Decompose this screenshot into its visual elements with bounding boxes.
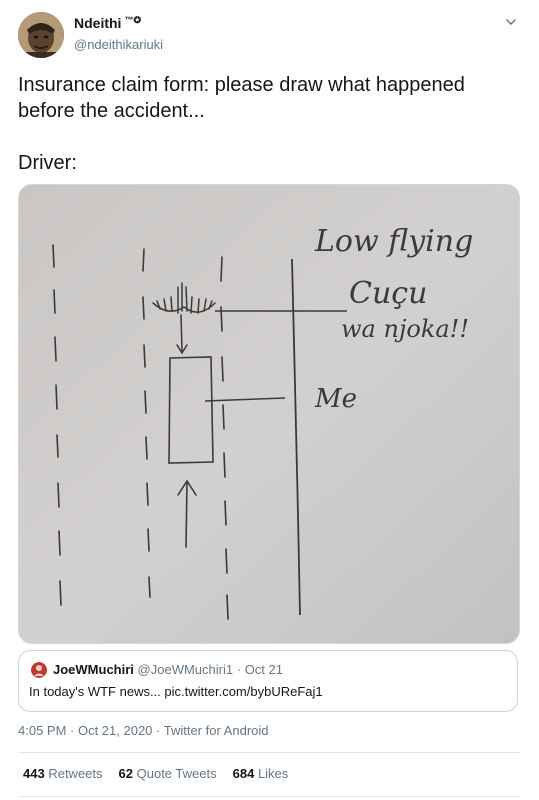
author-name-suffix: ™✪ [124, 14, 141, 25]
note-line-1: Low flying [314, 224, 473, 259]
avatar-image [18, 12, 64, 58]
author-name-row[interactable]: Ndeithi ™✪ [74, 14, 141, 32]
likes-stat[interactable]: 684 Likes [233, 766, 289, 781]
note-line-3: wa njoka!! [341, 315, 469, 343]
tweet-media-image[interactable]: Low flying Cuçu wa njoka!! Me [18, 184, 520, 644]
retweets-label: Retweets [48, 766, 103, 781]
quote-header: JoeWMuchiri @JoeWMuchiri1 · Oct 21 [53, 662, 283, 677]
engagement-stats: 443 Retweets 62 Quote Tweets 684 Likes [23, 766, 288, 781]
quote-avatar [31, 662, 47, 678]
quote-text: In today's WTF news... pic.twitter.com/b… [29, 684, 323, 699]
quote-date[interactable]: Oct 21 [245, 662, 283, 677]
author-avatar[interactable] [18, 12, 64, 58]
retweets-count: 443 [23, 766, 45, 781]
tweet-timestamp[interactable]: 4:05 PM · Oct 21, 2020 · Twitter for And… [18, 723, 269, 738]
quote-separator: · [236, 662, 242, 677]
author-display-name[interactable]: Ndeithi [74, 15, 121, 31]
hand-drawing: Low flying Cuçu wa njoka!! Me [19, 185, 519, 643]
author-handle[interactable]: @ndeithikariuki [74, 37, 163, 52]
note-me-label: Me [314, 384, 357, 414]
divider-bottom [18, 796, 520, 797]
tweet: Ndeithi ™✪ @ndeithikariuki Insurance cla… [0, 0, 539, 800]
divider-top [18, 752, 520, 753]
quote-tweets-stat[interactable]: 62 Quote Tweets [119, 766, 217, 781]
note-line-2: Cuçu [349, 276, 427, 311]
quote-author-handle[interactable]: @JoeWMuchiri1 [138, 662, 234, 677]
quote-tweets-count: 62 [118, 766, 133, 781]
quoted-tweet[interactable]: JoeWMuchiri @JoeWMuchiri1 · Oct 21 In to… [18, 650, 518, 712]
tweet-text: Insurance claim form: please draw what h… [18, 74, 465, 174]
retweets-stat[interactable]: 443 Retweets [23, 766, 103, 781]
quote-author-name[interactable]: JoeWMuchiri [53, 662, 134, 677]
quote-tweets-label: Quote Tweets [136, 766, 217, 781]
likes-label: Likes [257, 766, 289, 781]
likes-count: 684 [232, 766, 255, 781]
chevron-down-icon[interactable] [505, 16, 517, 28]
